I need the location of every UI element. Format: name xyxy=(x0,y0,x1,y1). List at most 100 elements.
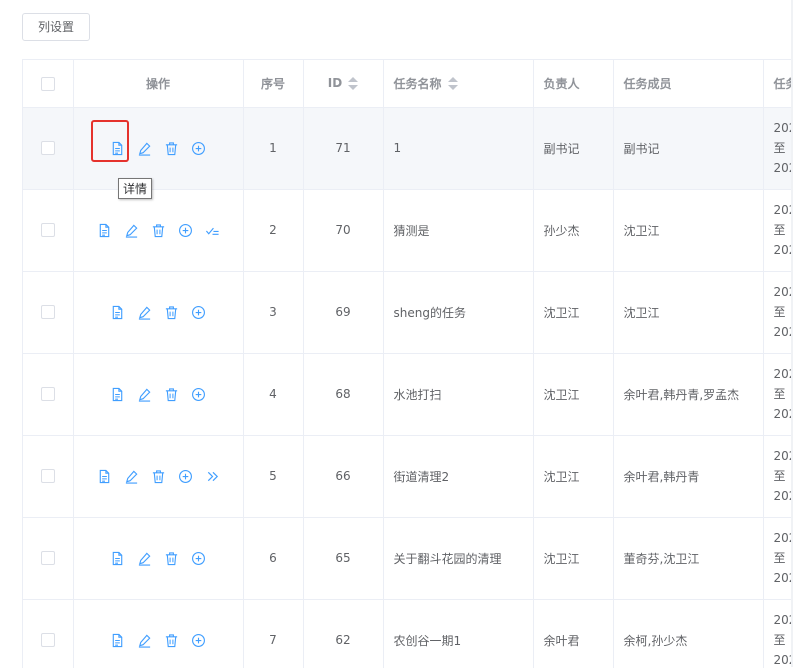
table-row[interactable]: 1711副书记副书记202至202 xyxy=(23,107,793,189)
table-row[interactable]: 665关于翻斗花园的清理沈卫江董奇芬,沈卫江202至202 xyxy=(23,517,793,599)
edit-icon[interactable] xyxy=(137,387,152,402)
row-id: 69 xyxy=(303,271,383,353)
row-operations xyxy=(84,633,233,648)
row-seq: 7 xyxy=(243,599,303,668)
edit-icon[interactable] xyxy=(124,469,139,484)
delete-icon[interactable] xyxy=(164,305,179,320)
header-task-name[interactable]: 任务名称 xyxy=(383,60,533,107)
row-task-name: 街道清理2 xyxy=(383,435,533,517)
sort-caret-icon[interactable] xyxy=(348,77,358,91)
row-members: 沈卫江 xyxy=(613,189,763,271)
detail-icon[interactable] xyxy=(110,387,125,402)
row-members: 副书记 xyxy=(613,107,763,189)
row-select-cell xyxy=(23,353,73,435)
row-operations-cell xyxy=(73,599,243,668)
table-row[interactable]: 762农创谷一期1余叶君余柯,孙少杰202至202 xyxy=(23,599,793,668)
add-circle-icon[interactable] xyxy=(178,223,193,238)
detail-icon[interactable] xyxy=(97,469,112,484)
row-time-cell: 202至202 xyxy=(763,107,793,189)
add-circle-icon[interactable] xyxy=(191,633,206,648)
edit-icon[interactable] xyxy=(137,551,152,566)
row-seq: 2 xyxy=(243,189,303,271)
column-settings-button[interactable]: 列设置 xyxy=(22,13,90,41)
row-task-name: 水池打扫 xyxy=(383,353,533,435)
delete-icon[interactable] xyxy=(164,551,179,566)
table-row[interactable]: 566街道清理2沈卫江余叶君,韩丹青202至202 xyxy=(23,435,793,517)
row-time-cell: 202至202 xyxy=(763,271,793,353)
toolbar: 列设置 xyxy=(22,13,90,41)
row-task-name: 关于翻斗花园的清理 xyxy=(383,517,533,599)
table-row[interactable]: 270猜测是孙少杰沈卫江202至202 xyxy=(23,189,793,271)
table-row[interactable]: 369sheng的任务沈卫江沈卫江202至202 xyxy=(23,271,793,353)
row-members: 沈卫江 xyxy=(613,271,763,353)
row-task-name: 农创谷一期1 xyxy=(383,599,533,668)
add-circle-icon[interactable] xyxy=(191,141,206,156)
header-seq: 序号 xyxy=(243,60,303,107)
detail-icon[interactable] xyxy=(110,305,125,320)
row-operations-cell xyxy=(73,107,243,189)
edit-icon[interactable] xyxy=(137,633,152,648)
row-select-cell xyxy=(23,435,73,517)
row-owner: 孙少杰 xyxy=(533,189,613,271)
double-chevron-right-icon[interactable] xyxy=(205,469,220,484)
detail-icon[interactable] xyxy=(110,551,125,566)
delete-icon[interactable] xyxy=(164,387,179,402)
row-members: 余叶君,韩丹青,罗孟杰 xyxy=(613,353,763,435)
row-operations-cell xyxy=(73,517,243,599)
row-time-cell: 202至202 xyxy=(763,435,793,517)
select-all-checkbox[interactable] xyxy=(41,77,55,91)
row-operations xyxy=(84,387,233,402)
row-checkbox[interactable] xyxy=(41,305,55,319)
check-list-icon[interactable] xyxy=(205,223,220,238)
table-header-row: 操作 序号 ID 任务名称 负责人 任务成员 任务 xyxy=(23,60,793,107)
header-id[interactable]: ID xyxy=(303,60,383,107)
edit-icon[interactable] xyxy=(124,223,139,238)
delete-icon[interactable] xyxy=(151,223,166,238)
table-row[interactable]: 468水池打扫沈卫江余叶君,韩丹青,罗孟杰202至202 xyxy=(23,353,793,435)
task-table: 操作 序号 ID 任务名称 负责人 任务成员 任务 1711副书记副书记202至… xyxy=(22,59,793,668)
delete-icon[interactable] xyxy=(164,141,179,156)
row-id: 71 xyxy=(303,107,383,189)
detail-tooltip: 详情 xyxy=(118,178,152,199)
sort-caret-icon[interactable] xyxy=(448,77,458,91)
detail-icon[interactable] xyxy=(97,223,112,238)
row-members: 余柯,孙少杰 xyxy=(613,599,763,668)
select-all-cell xyxy=(23,60,73,107)
add-circle-icon[interactable] xyxy=(191,305,206,320)
edit-icon[interactable] xyxy=(137,141,152,156)
detail-icon[interactable] xyxy=(110,633,125,648)
delete-icon[interactable] xyxy=(164,633,179,648)
row-id: 70 xyxy=(303,189,383,271)
row-id: 66 xyxy=(303,435,383,517)
row-checkbox[interactable] xyxy=(41,387,55,401)
row-checkbox[interactable] xyxy=(41,223,55,237)
row-checkbox[interactable] xyxy=(41,469,55,483)
row-operations-cell xyxy=(73,271,243,353)
row-time-cell: 202至202 xyxy=(763,517,793,599)
row-operations xyxy=(84,223,233,238)
header-task-name-label: 任务名称 xyxy=(394,77,442,91)
row-task-name: 1 xyxy=(383,107,533,189)
row-members: 董奇芬,沈卫江 xyxy=(613,517,763,599)
add-circle-icon[interactable] xyxy=(191,387,206,402)
detail-icon[interactable] xyxy=(110,141,125,156)
add-circle-icon[interactable] xyxy=(191,551,206,566)
header-time: 任务 xyxy=(763,60,793,107)
row-seq: 3 xyxy=(243,271,303,353)
row-checkbox[interactable] xyxy=(41,551,55,565)
edit-icon[interactable] xyxy=(137,305,152,320)
row-select-cell xyxy=(23,599,73,668)
header-members: 任务成员 xyxy=(613,60,763,107)
row-owner: 余叶君 xyxy=(533,599,613,668)
row-operations xyxy=(84,551,233,566)
row-seq: 6 xyxy=(243,517,303,599)
add-circle-icon[interactable] xyxy=(178,469,193,484)
row-select-cell xyxy=(23,517,73,599)
row-owner: 沈卫江 xyxy=(533,517,613,599)
delete-icon[interactable] xyxy=(151,469,166,484)
row-checkbox[interactable] xyxy=(41,141,55,155)
row-operations xyxy=(84,141,233,156)
row-checkbox[interactable] xyxy=(41,633,55,647)
row-owner: 沈卫江 xyxy=(533,435,613,517)
row-id: 62 xyxy=(303,599,383,668)
